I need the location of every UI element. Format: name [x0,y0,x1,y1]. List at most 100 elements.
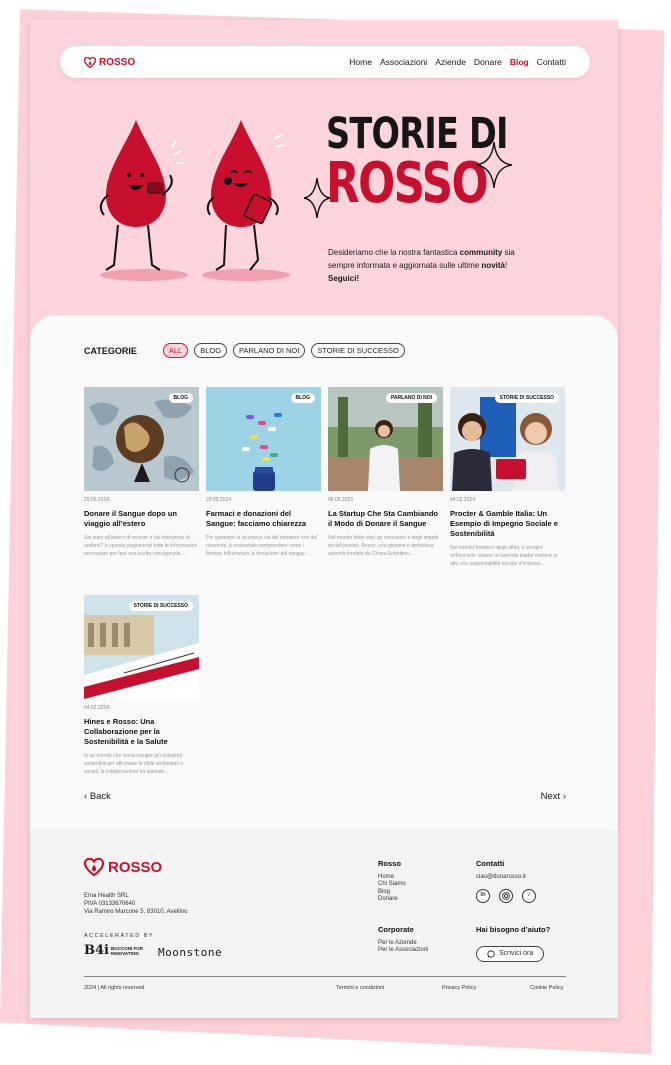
footer-brand-name: ROSSO [108,858,163,876]
filter-blog[interactable]: BLOG [194,343,228,358]
footer-logo[interactable]: ROSSO [84,858,162,876]
post-image-pills: BLOG [206,387,321,491]
blood-drop-characters-illustration [99,120,290,281]
post-card[interactable]: PARLANO DI NOI 08.08.2023 La Startup Che… [328,387,443,558]
post-card[interactable]: BLOG 29.05.2024 Donare il Sangue dopo un… [84,387,199,558]
post-excerpt: Sei stato all’estero di recente o hai in… [84,535,198,557]
post-title[interactable]: Farmaci e donazioni del Sangue: facciamo… [206,509,321,529]
post-image-two-women: STORIE DI SUCCESSO [450,387,565,491]
footer-link-aziende[interactable]: Per le Aziende [378,940,428,948]
post-date: 29.05.2024 [84,497,110,503]
write-us-label: Scrivici ora [499,949,534,957]
post-badge: BLOG [290,393,315,403]
nav-menu: Home Associazioni Aziende Donare Blog Co… [349,57,566,67]
hero-description: Desideriamo che la nostra fantastica com… [328,246,538,285]
linkedin-icon[interactable]: in [476,889,490,903]
nav-donare[interactable]: Donare [474,57,502,67]
footer-link-associazioni[interactable]: Per le Associazioni [378,947,428,955]
tiktok-icon[interactable]: ♪ [522,889,536,903]
post-card[interactable]: STORIE DI SUCCESSO 04.02.2024 Hines e Ro… [84,595,199,776]
post-image-globe-map: BLOG [84,387,199,491]
brand-name: ROSSO [99,56,136,68]
post-title[interactable]: La Startup Che Sta Cambiando il Modo di … [328,509,443,529]
nav-blog[interactable]: Blog [510,57,529,67]
nav-home[interactable]: Home [349,57,372,67]
hero-cta-text: Seguici! [328,274,360,283]
pagination: ‹ Back Next › [84,791,566,802]
post-card[interactable]: BLOG 29.05.2024 Farmaci e donazioni del … [206,387,321,558]
category-filter: CATEGORIE ALL BLOG PARLANO DI NOI STORIE… [84,343,405,358]
post-excerpt: Nel mondo frenetico degli affari, è semp… [450,545,558,567]
footer-link-blog[interactable]: Blog [378,889,406,897]
back-label: Back [89,791,111,802]
post-date: 08.08.2023 [328,497,354,503]
post-card[interactable]: STORIE DI SUCCESSO 04.02.2024 Procter & … [450,387,565,568]
hero-text-part: Desideriamo che la nostra fantastica [328,248,460,257]
next-button[interactable]: Next › [541,791,566,802]
instagram-icon[interactable] [499,889,513,903]
b4i-logo: B4i BOCCONI FOR INNOVATION [84,943,143,958]
post-title[interactable]: Procter & Gamble Italia: Un Esempio di I… [450,509,565,539]
heart-drop-logo-icon [84,56,96,68]
privacy-link[interactable]: Privacy Policy [442,985,476,991]
sparkle-icon [476,142,512,188]
help-section: Hai bisogno d’aiuto? Scrivici ora [476,926,550,962]
post-excerpt: Per garantire la sicurezza sia del donat… [206,535,318,557]
footer-link-home[interactable]: Home [378,874,406,882]
b4i-mark: B4i [84,943,109,958]
filter-all[interactable]: ALL [162,343,189,358]
post-image-building-flyer: STORIE DI SUCCESSO [84,595,199,699]
footer-col-title: Corporate [378,925,414,934]
moonstone-logo: Moonstone [158,946,223,959]
help-title: Hai bisogno d’aiuto? [476,925,551,934]
footer-divider [84,976,566,977]
accelerated-by-label: ACCELERATED BY [84,933,155,939]
footer-col-rosso: Rosso Home Chi Siamo Blog Donare [378,860,406,904]
cookie-link[interactable]: Cookie Policy [530,985,563,991]
hero-text-part: ! [504,261,508,270]
post-excerpt: In un mondo che cerca sempre più soluzio… [84,753,183,775]
post-date: 04.02.2024 [84,705,110,711]
company-name: Ema Health SRL [84,893,129,899]
brand-logo[interactable]: ROSSO [84,56,136,68]
footer-col-contatti: Contatti ciao@donarosso.it in ♪ [476,860,536,903]
post-badge: STORIE DI SUCCESSO [494,393,559,403]
hero-text-bold: community [459,248,503,257]
post-badge: STORIE DI SUCCESSO [128,601,193,611]
post-image-woman-park: PARLANO DI NOI [328,387,443,491]
nav-contatti[interactable]: Contatti [537,57,566,67]
post-excerpt: Nel mondo delle start up innovative e de… [328,535,439,557]
nav-aziende[interactable]: Aziende [435,57,466,67]
company-info: Ema Health SRL PIVA 03133670640 Via Rami… [84,892,188,916]
heart-drop-logo-icon [84,858,104,876]
company-address: Via Ramiro Marcone 5, 83010, Avellino [84,909,188,915]
post-badge: BLOG [168,393,193,403]
next-label: Next [540,791,561,802]
post-title[interactable]: Donare il Sangue dopo un viaggio all’est… [84,509,199,529]
nav-associazioni[interactable]: Associazioni [380,57,427,67]
post-title[interactable]: Hines e Rosso: Una Collaborazione per la… [84,717,199,747]
sparkle-icon [304,178,330,218]
blog-content: CATEGORIE ALL BLOG PARLANO DI NOI STORIE… [30,315,618,835]
page-mockup: ROSSO Home Associazioni Aziende Donare B… [30,20,618,1018]
navbar: ROSSO Home Associazioni Aziende Donare B… [60,46,590,78]
chevron-right-icon: › [560,791,566,802]
copyright: 2024 | All rights reserved [84,985,145,991]
terms-link[interactable]: Termini e condizioni [336,985,384,991]
post-badge: PARLANO DI NOI [385,393,437,403]
footer: ROSSO Ema Health SRL PIVA 03133670640 Vi… [30,830,618,1018]
whatsapp-icon [487,949,495,958]
contact-email[interactable]: ciao@donarosso.it [476,874,536,882]
write-us-button[interactable]: Scrivici ora [476,945,545,962]
categories-title: CATEGORIE [84,345,137,356]
post-date: 04.02.2024 [450,497,476,503]
footer-link-chi-siamo[interactable]: Chi Siamo [378,881,406,889]
footer-col-title: Contatti [476,859,505,868]
footer-link-donare[interactable]: Donare [378,896,406,904]
social-links: in ♪ [476,889,536,903]
post-date: 29.05.2024 [206,497,232,503]
footer-col-title: Rosso [378,859,401,868]
filter-parlano-di-noi[interactable]: PARLANO DI NOI [233,343,306,358]
filter-storie-di-successo[interactable]: STORIE DI SUCCESSO [311,343,405,358]
back-button[interactable]: ‹ Back [84,791,111,802]
